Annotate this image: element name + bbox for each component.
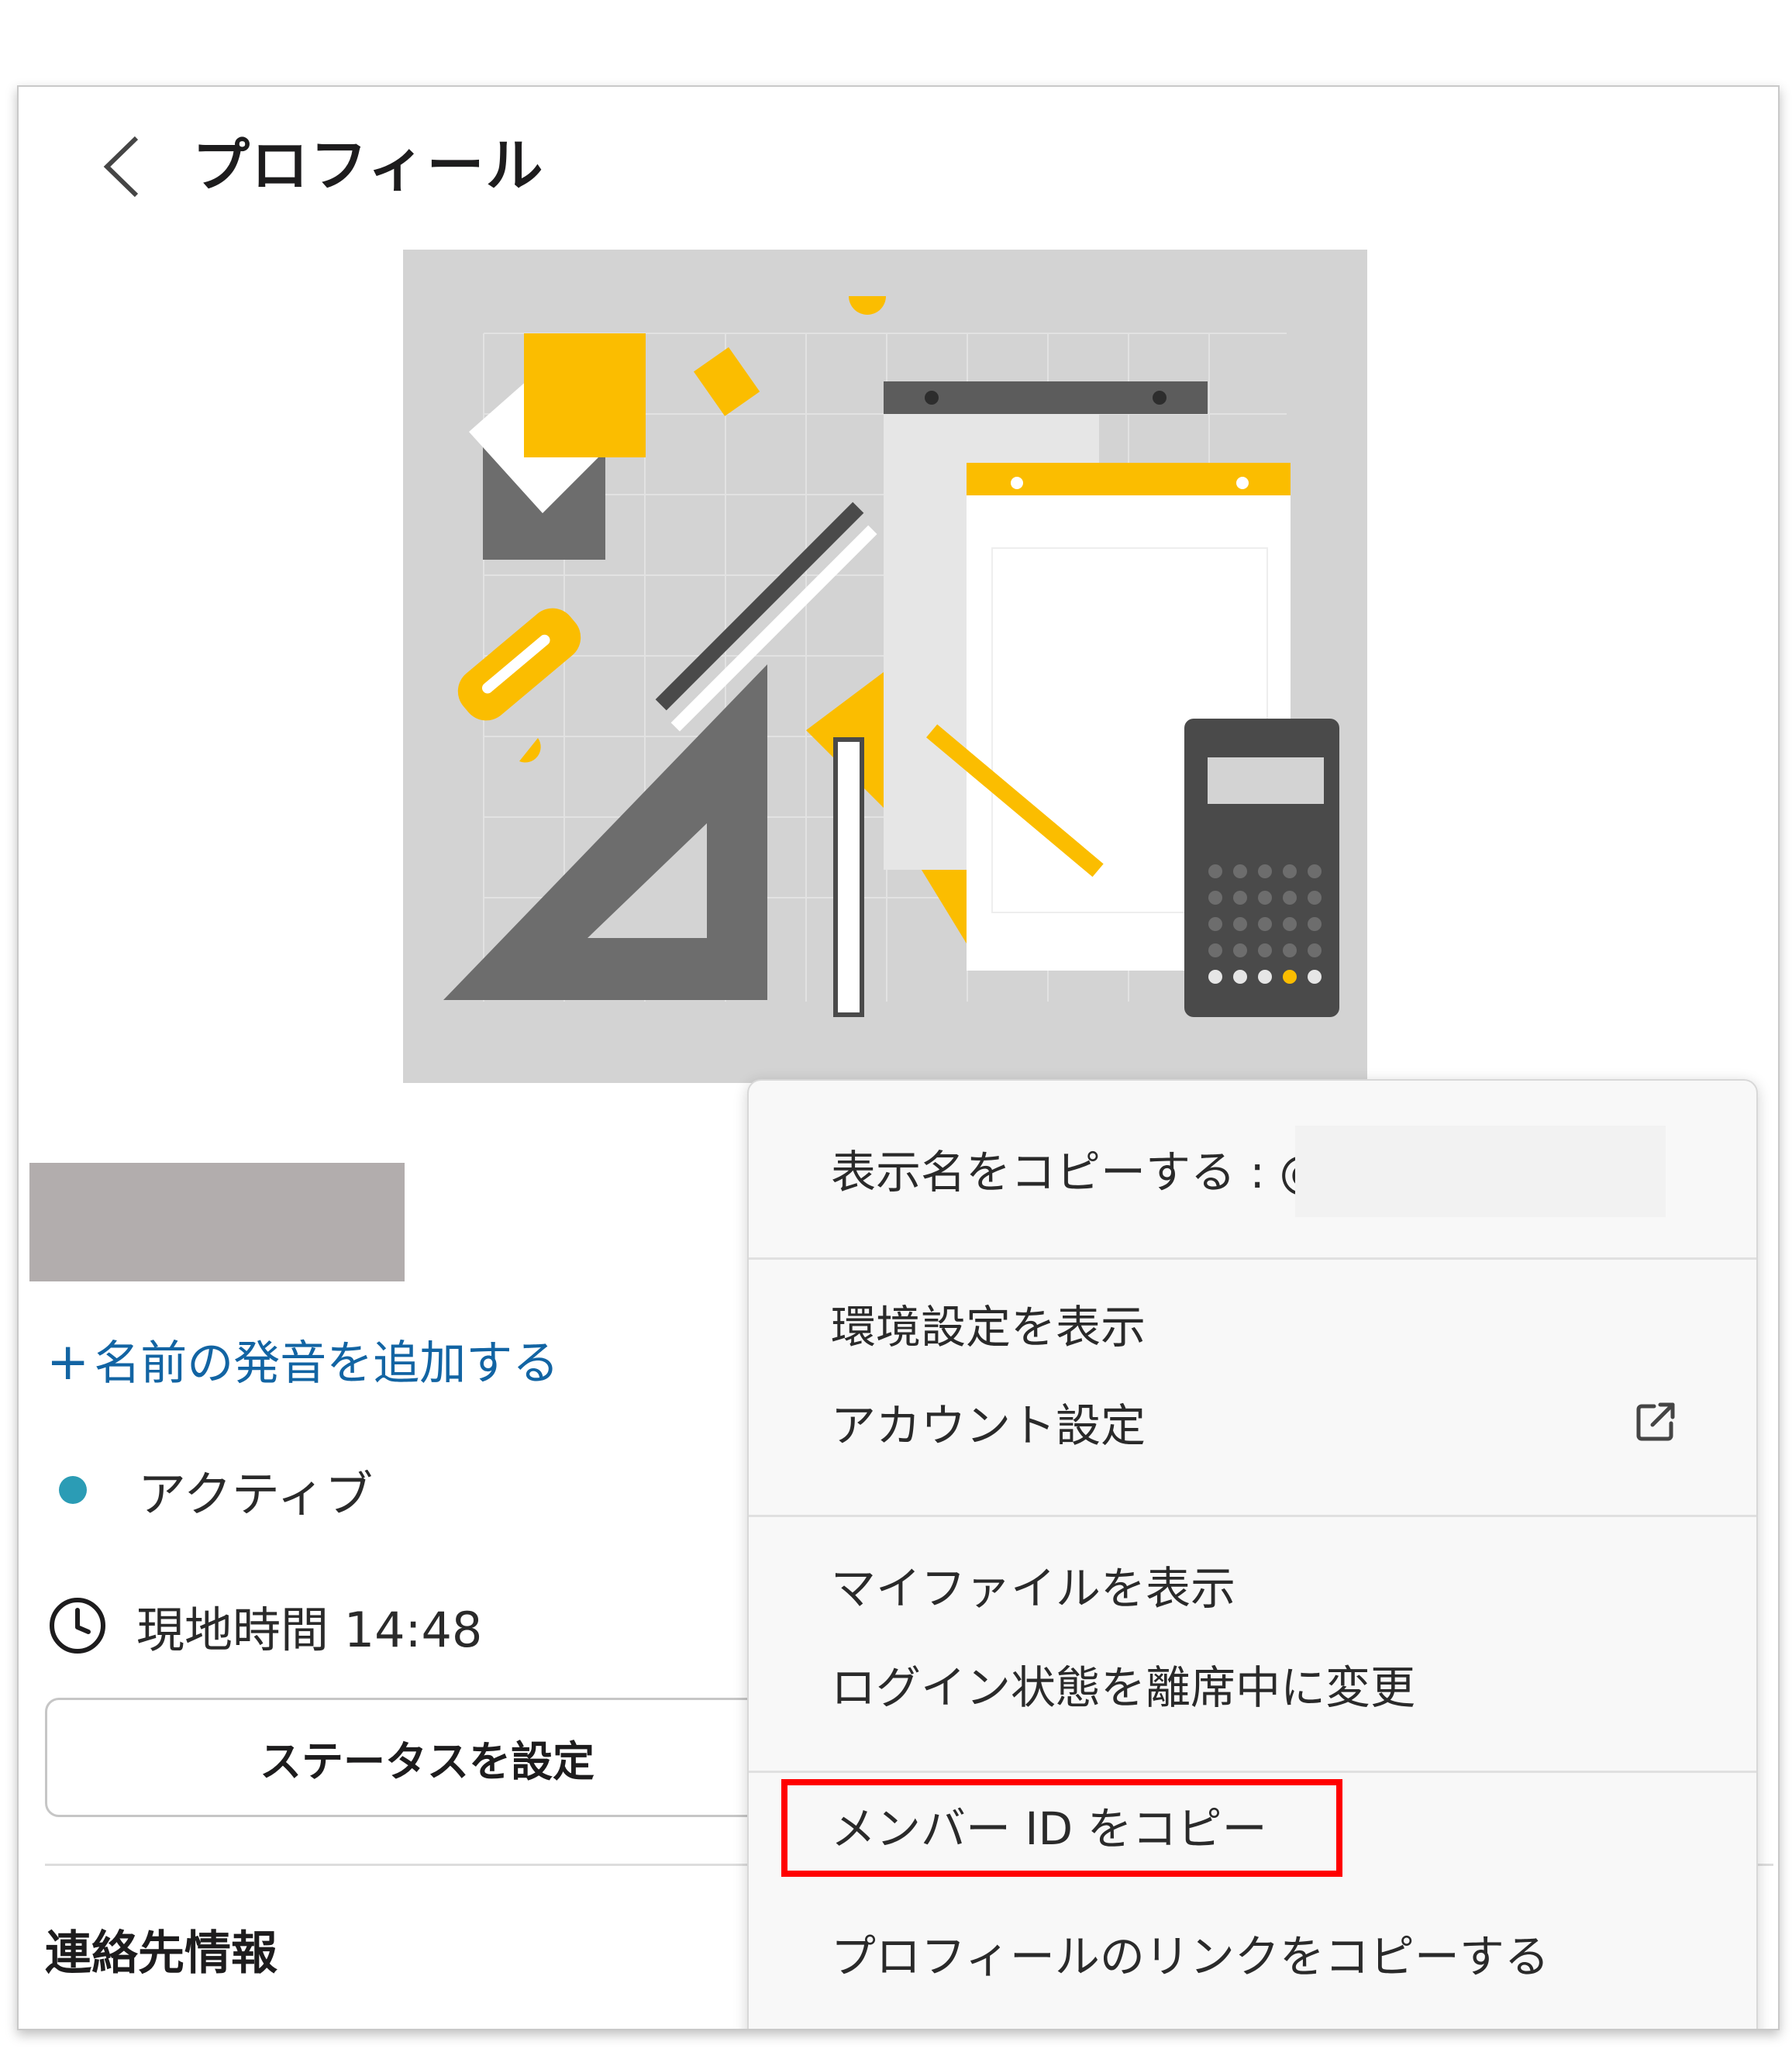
status-dot-icon [59,1476,87,1504]
contact-info-heading: 連絡先情報 [45,1926,277,1981]
page-title: プロフィール [192,133,545,199]
clock-icon [50,1598,105,1654]
menu-item-account-settings[interactable]: アカウント設定 [831,1395,1146,1457]
add-name-pronunciation-label: 名前の発音を追加する [94,1336,560,1391]
plus-icon: + [47,1332,90,1392]
member-id-highlight-box [781,1779,1342,1877]
set-status-button[interactable]: ステータスを設定 [45,1698,809,1817]
external-link-icon [1636,1402,1675,1441]
profile-panel: プロフィール + 名前の発音を追加する アクティブ 現地時間 14:48 ステー… [17,85,1780,2030]
menu-divider [749,1771,1756,1773]
menu-item-copy-display-name[interactable]: 表示名をコピーする : @ [831,1141,1324,1203]
display-name-redacted [29,1163,405,1281]
menu-item-view-preferences[interactable]: 環境設定を表示 [831,1296,1146,1358]
display-name-handle-redacted [1295,1126,1666,1217]
back-button[interactable] [88,132,158,202]
menu-item-view-my-files[interactable]: マイファイルを表示 [831,1557,1235,1619]
profile-cover-image [403,250,1367,1083]
presence-status: アクティブ [59,1459,373,1523]
local-time: 現地時間 14:48 [48,1591,482,1661]
menu-item-set-away[interactable]: ログイン状態を離席中に変更 [831,1657,1415,1719]
status-text: アクティブ [138,1466,374,1523]
menu-item-copy-profile-link[interactable]: プロフィールのリンクをコピーする [831,1926,1549,1988]
local-time-text: 現地時間 14:48 [136,1602,483,1658]
menu-divider [749,1515,1756,1517]
chevron-left-icon [103,136,139,198]
add-name-pronunciation-link[interactable]: + 名前の発音を追加する [47,1331,559,1395]
profile-context-menu: 表示名をコピーする : @ 環境設定を表示 アカウント設定 マイファイルを表示 … [747,1079,1758,2029]
menu-divider [749,1257,1756,1260]
